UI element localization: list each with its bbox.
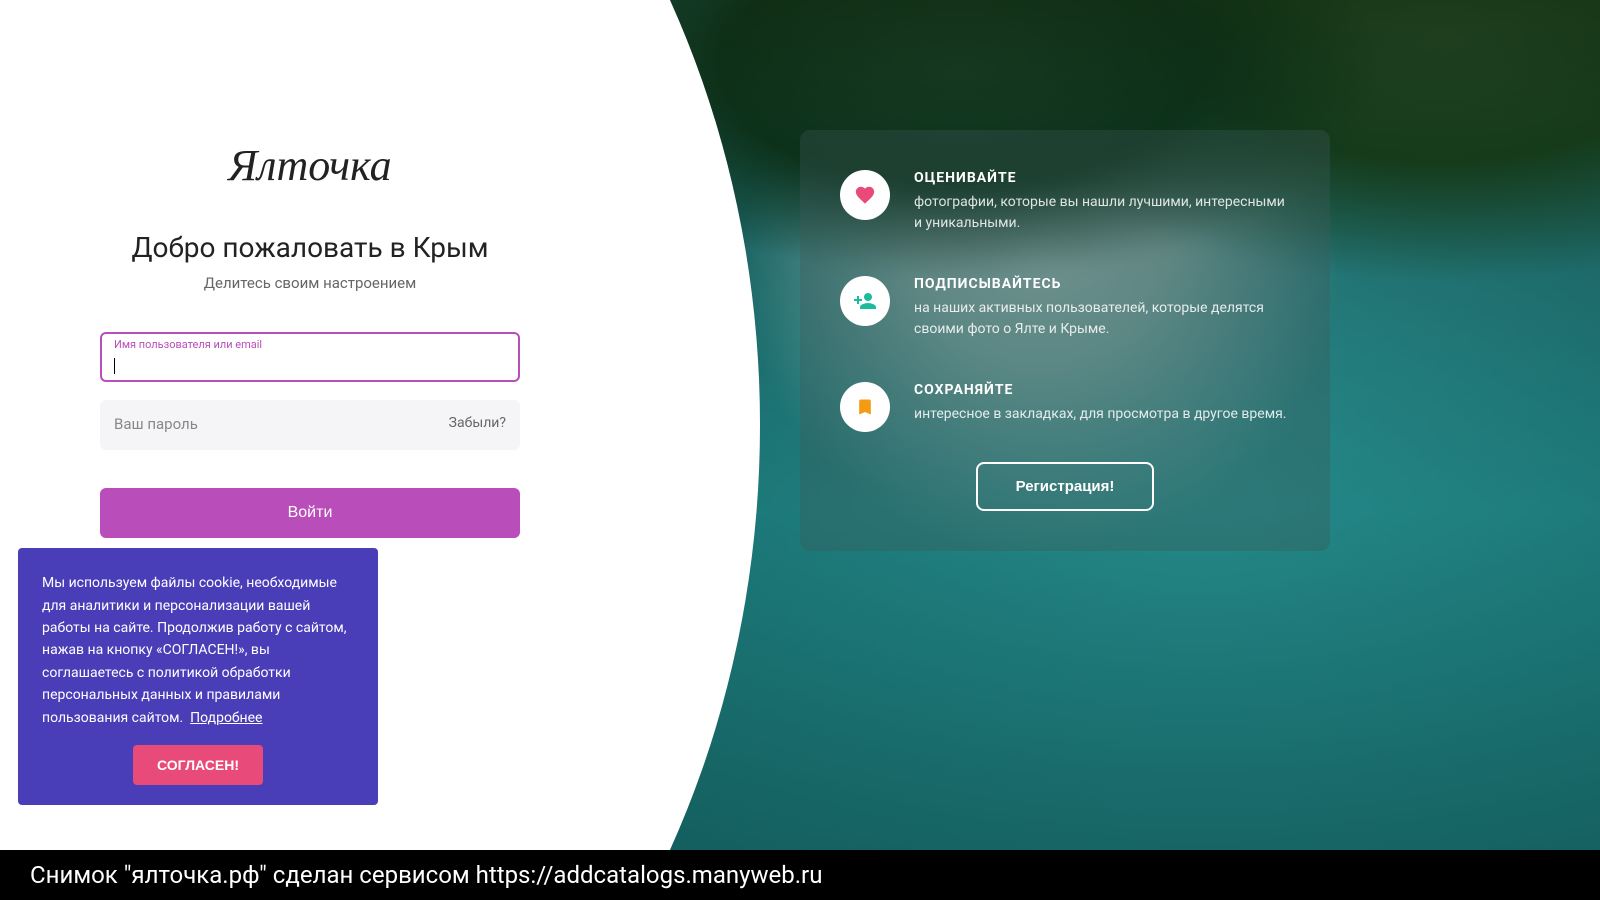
screenshot-caption-text: Снимок "ялточка.рф" сделан сервисом http… xyxy=(30,861,822,889)
cookie-text: Мы используем файлы cookie, необходимые … xyxy=(42,572,354,729)
feature-text: СОХРАНЯЙТЕ интересное в закладках, для п… xyxy=(914,382,1290,425)
feature-title: СОХРАНЯЙТЕ xyxy=(914,382,1290,398)
feature-text: ПОДПИСЫВАЙТЕСЬ на наших активных пользов… xyxy=(914,276,1290,340)
screenshot-caption-bar: Снимок "ялточка.рф" сделан сервисом http… xyxy=(0,850,1600,900)
password-group: Ваш пароль Забыли? xyxy=(100,400,520,450)
brand-logo: Ялточка xyxy=(228,140,391,191)
register-button[interactable]: Регистрация! xyxy=(976,462,1155,511)
forgot-password-link[interactable]: Забыли? xyxy=(449,415,506,431)
feature-desc: интересное в закладках, для просмотра в … xyxy=(914,404,1290,425)
welcome-title: Добро пожаловать в Крым xyxy=(131,231,488,264)
feature-desc: фотографии, которые вы нашли лучшими, ин… xyxy=(914,192,1290,234)
text-cursor xyxy=(114,358,115,374)
username-group: Имя пользователя или email xyxy=(100,332,520,382)
cookie-more-link[interactable]: Подробнее xyxy=(190,710,262,726)
bookmark-icon xyxy=(840,382,890,432)
feature-title: ПОДПИСЫВАЙТЕСЬ xyxy=(914,276,1290,292)
feature-row: ОЦЕНИВАЙТЕ фотографии, которые вы нашли … xyxy=(840,170,1290,234)
feature-text: ОЦЕНИВАЙТЕ фотографии, которые вы нашли … xyxy=(914,170,1290,234)
feature-title: ОЦЕНИВАЙТЕ xyxy=(914,170,1290,186)
feature-row: ПОДПИСЫВАЙТЕСЬ на наших активных пользов… xyxy=(840,276,1290,340)
heart-icon xyxy=(840,170,890,220)
username-label: Имя пользователя или email xyxy=(114,338,262,351)
feature-desc: на наших активных пользователей, которые… xyxy=(914,298,1290,340)
welcome-subtitle: Делитесь своим настроением xyxy=(204,274,417,292)
login-button[interactable]: Войти xyxy=(100,488,520,538)
login-form: Имя пользователя или email Ваш пароль За… xyxy=(100,332,520,538)
features-card: ОЦЕНИВАЙТЕ фотографии, которые вы нашли … xyxy=(800,130,1330,551)
feature-row: СОХРАНЯЙТЕ интересное в закладках, для п… xyxy=(840,382,1290,432)
cookie-message: Мы используем файлы cookie, необходимые … xyxy=(42,575,347,725)
person-add-icon xyxy=(840,276,890,326)
cookie-banner: Мы используем файлы cookie, необходимые … xyxy=(18,548,378,805)
cookie-accept-button[interactable]: СОГЛАСЕН! xyxy=(133,745,263,785)
